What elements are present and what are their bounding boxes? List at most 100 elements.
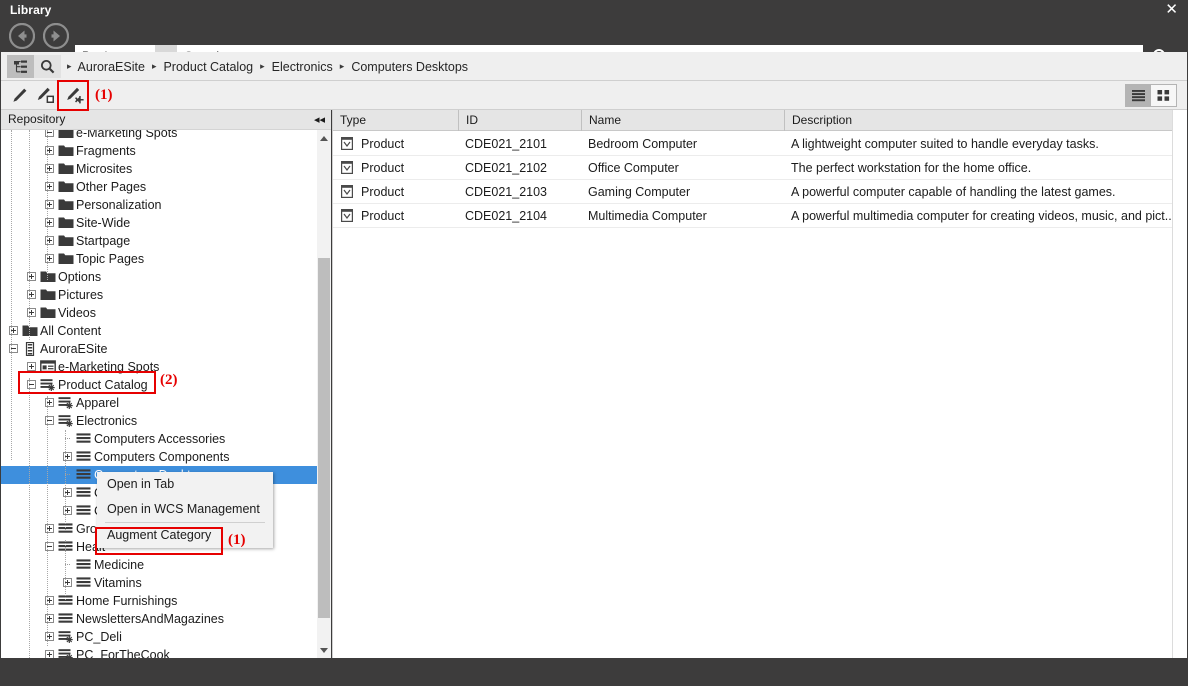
tree-item[interactable]: Startpage bbox=[1, 232, 317, 250]
annotation-label-2-tree: (2) bbox=[160, 372, 178, 388]
grid-column-header[interactable]: Name bbox=[581, 110, 784, 131]
tree-item[interactable]: Home Furnishings bbox=[1, 592, 317, 610]
expand-icon[interactable] bbox=[27, 362, 36, 371]
breadcrumb-item-1[interactable]: Product Catalog bbox=[163, 60, 253, 74]
tree-item[interactable]: Pictures bbox=[1, 286, 317, 304]
context-menu-item[interactable]: Open in Tab bbox=[97, 472, 273, 497]
expand-icon[interactable] bbox=[45, 650, 54, 658]
title-bar: Library ✕ bbox=[0, 0, 1188, 20]
tree-item[interactable]: Medicine bbox=[1, 556, 317, 574]
tree-guide-line bbox=[65, 540, 66, 600]
scroll-down-icon[interactable] bbox=[317, 642, 331, 658]
tree-item-label: Personalization bbox=[76, 198, 162, 212]
catalog-star-icon bbox=[58, 630, 74, 644]
breadcrumb-item-0[interactable]: AuroraESite bbox=[78, 60, 145, 74]
collapse-panel-icon[interactable]: ◂◂ bbox=[314, 112, 325, 127]
context-menu-item[interactable]: Open in WCS Management bbox=[97, 497, 273, 522]
category-icon bbox=[76, 486, 92, 500]
tree-item[interactable]: AuroraESite bbox=[1, 340, 317, 358]
tree-item-label: PC_ForTheCook bbox=[76, 648, 170, 658]
tree-item[interactable]: NewslettersAndMagazines bbox=[1, 610, 317, 628]
table-row[interactable]: Product CDE021_2104 Multimedia Computer A p… bbox=[333, 204, 1188, 228]
tree-list: e-Marketing Spots Fragments Microsites Othe… bbox=[1, 130, 317, 658]
folder-icon bbox=[22, 324, 38, 338]
context-menu[interactable]: Open in Tab Open in WCS Management Augment… bbox=[97, 472, 273, 548]
tree-item[interactable]: Computers Accessories bbox=[1, 430, 317, 448]
tree-item-label: Electronics bbox=[76, 414, 138, 428]
tree-item-label: e-Marketing Spots bbox=[58, 360, 160, 374]
breadcrumb-item-3[interactable]: Computers Desktops bbox=[351, 60, 468, 74]
tree-item-label: All Content bbox=[40, 324, 102, 338]
tree-item[interactable]: Apparel bbox=[1, 394, 317, 412]
grid-column-header[interactable]: Description bbox=[784, 110, 1173, 131]
table-row[interactable]: Product CDE021_2103 Gaming Computer A power… bbox=[333, 180, 1188, 204]
grid-header-row: Type ID Name Description bbox=[333, 110, 1188, 131]
table-cell-description: The perfect workstation for the home off… bbox=[791, 161, 1032, 175]
window-title: Library bbox=[10, 3, 52, 17]
tree-item[interactable]: e-Marketing Spots bbox=[1, 358, 317, 376]
catalog-star-icon bbox=[58, 648, 74, 658]
tree-item[interactable]: e-Marketing Spots bbox=[1, 130, 317, 142]
tree-icon[interactable] bbox=[7, 55, 34, 78]
close-icon[interactable]: ✕ bbox=[1165, 1, 1178, 17]
tree-scroll-thumb[interactable] bbox=[318, 258, 330, 618]
tree-item-label: PC_Deli bbox=[76, 630, 122, 644]
tree-item[interactable]: Product Catalog bbox=[1, 376, 317, 394]
folder-icon bbox=[40, 288, 56, 302]
pencil-page-icon[interactable] bbox=[33, 84, 57, 107]
category-icon bbox=[76, 468, 92, 482]
tree-item-label: Product Catalog bbox=[58, 378, 148, 392]
folder-icon bbox=[58, 198, 74, 212]
tree-item[interactable]: PC_Deli bbox=[1, 628, 317, 646]
tree-item[interactable]: Microsites bbox=[1, 160, 317, 178]
tree-item-label: e-Marketing Spots bbox=[76, 130, 178, 140]
scroll-up-icon[interactable] bbox=[317, 130, 331, 146]
category-icon bbox=[58, 540, 74, 554]
tree-item[interactable]: Electronics bbox=[1, 412, 317, 430]
tree-item-label: Pictures bbox=[58, 288, 104, 302]
grid-column-header[interactable]: ID bbox=[458, 110, 581, 131]
tree-guide-line bbox=[29, 378, 30, 658]
back-arrow-icon[interactable] bbox=[9, 23, 35, 49]
folder-icon bbox=[58, 234, 74, 248]
tree-guide-line bbox=[29, 130, 30, 340]
tree-item[interactable]: Videos bbox=[1, 304, 317, 322]
tree-item[interactable]: Other Pages bbox=[1, 178, 317, 196]
tree-scrollbar[interactable] bbox=[317, 130, 331, 658]
context-menu-item[interactable]: Augment Category bbox=[97, 523, 273, 548]
table-row[interactable]: Product CDE021_2102 Office Computer The per… bbox=[333, 156, 1188, 180]
table-cell-name: Office Computer bbox=[588, 161, 679, 175]
tree-item-label: Apparel bbox=[76, 396, 120, 410]
pencil-icon[interactable] bbox=[7, 84, 31, 107]
folder-icon bbox=[40, 270, 56, 284]
search-icon[interactable] bbox=[34, 55, 61, 78]
table-cell-type: Product bbox=[361, 209, 405, 223]
tree-item-label: Videos bbox=[58, 306, 96, 320]
folder-icon bbox=[58, 252, 74, 266]
tree-item[interactable]: PC_ForTheCook bbox=[1, 646, 317, 658]
tree-item[interactable]: Options bbox=[1, 268, 317, 286]
grid-icon[interactable] bbox=[1151, 85, 1176, 106]
table-cell-type: Product bbox=[361, 161, 405, 175]
tree-item[interactable]: All Content bbox=[1, 322, 317, 340]
grid-column-header[interactable]: Type bbox=[333, 110, 458, 131]
category-icon bbox=[76, 450, 92, 464]
breadcrumb-lead-arrow[interactable]: ▸ bbox=[67, 61, 72, 72]
action-toolbar bbox=[1, 81, 1187, 110]
forward-arrow-icon[interactable] bbox=[43, 23, 69, 49]
tree-item[interactable]: Personalization bbox=[1, 196, 317, 214]
table-row[interactable]: Product CDE021_2101 Bedroom Computer A ligh… bbox=[333, 132, 1188, 156]
tree-item-label: Fragments bbox=[76, 144, 136, 158]
tree-item[interactable]: Fragments bbox=[1, 142, 317, 160]
tree-item[interactable]: Computers Components bbox=[1, 448, 317, 466]
tree-item[interactable]: Topic Pages bbox=[1, 250, 317, 268]
table-cell-name: Bedroom Computer bbox=[588, 137, 698, 151]
tree-item[interactable]: Vitamins bbox=[1, 574, 317, 592]
tree-item[interactable]: Site-Wide bbox=[1, 214, 317, 232]
table-cell-name: Gaming Computer bbox=[588, 185, 691, 199]
pencil-star-icon[interactable] bbox=[63, 84, 87, 107]
list-icon[interactable] bbox=[1126, 85, 1151, 106]
catalog-star-icon bbox=[58, 396, 74, 410]
breadcrumb-item-2[interactable]: Electronics bbox=[272, 60, 333, 74]
folder-icon bbox=[40, 306, 56, 320]
